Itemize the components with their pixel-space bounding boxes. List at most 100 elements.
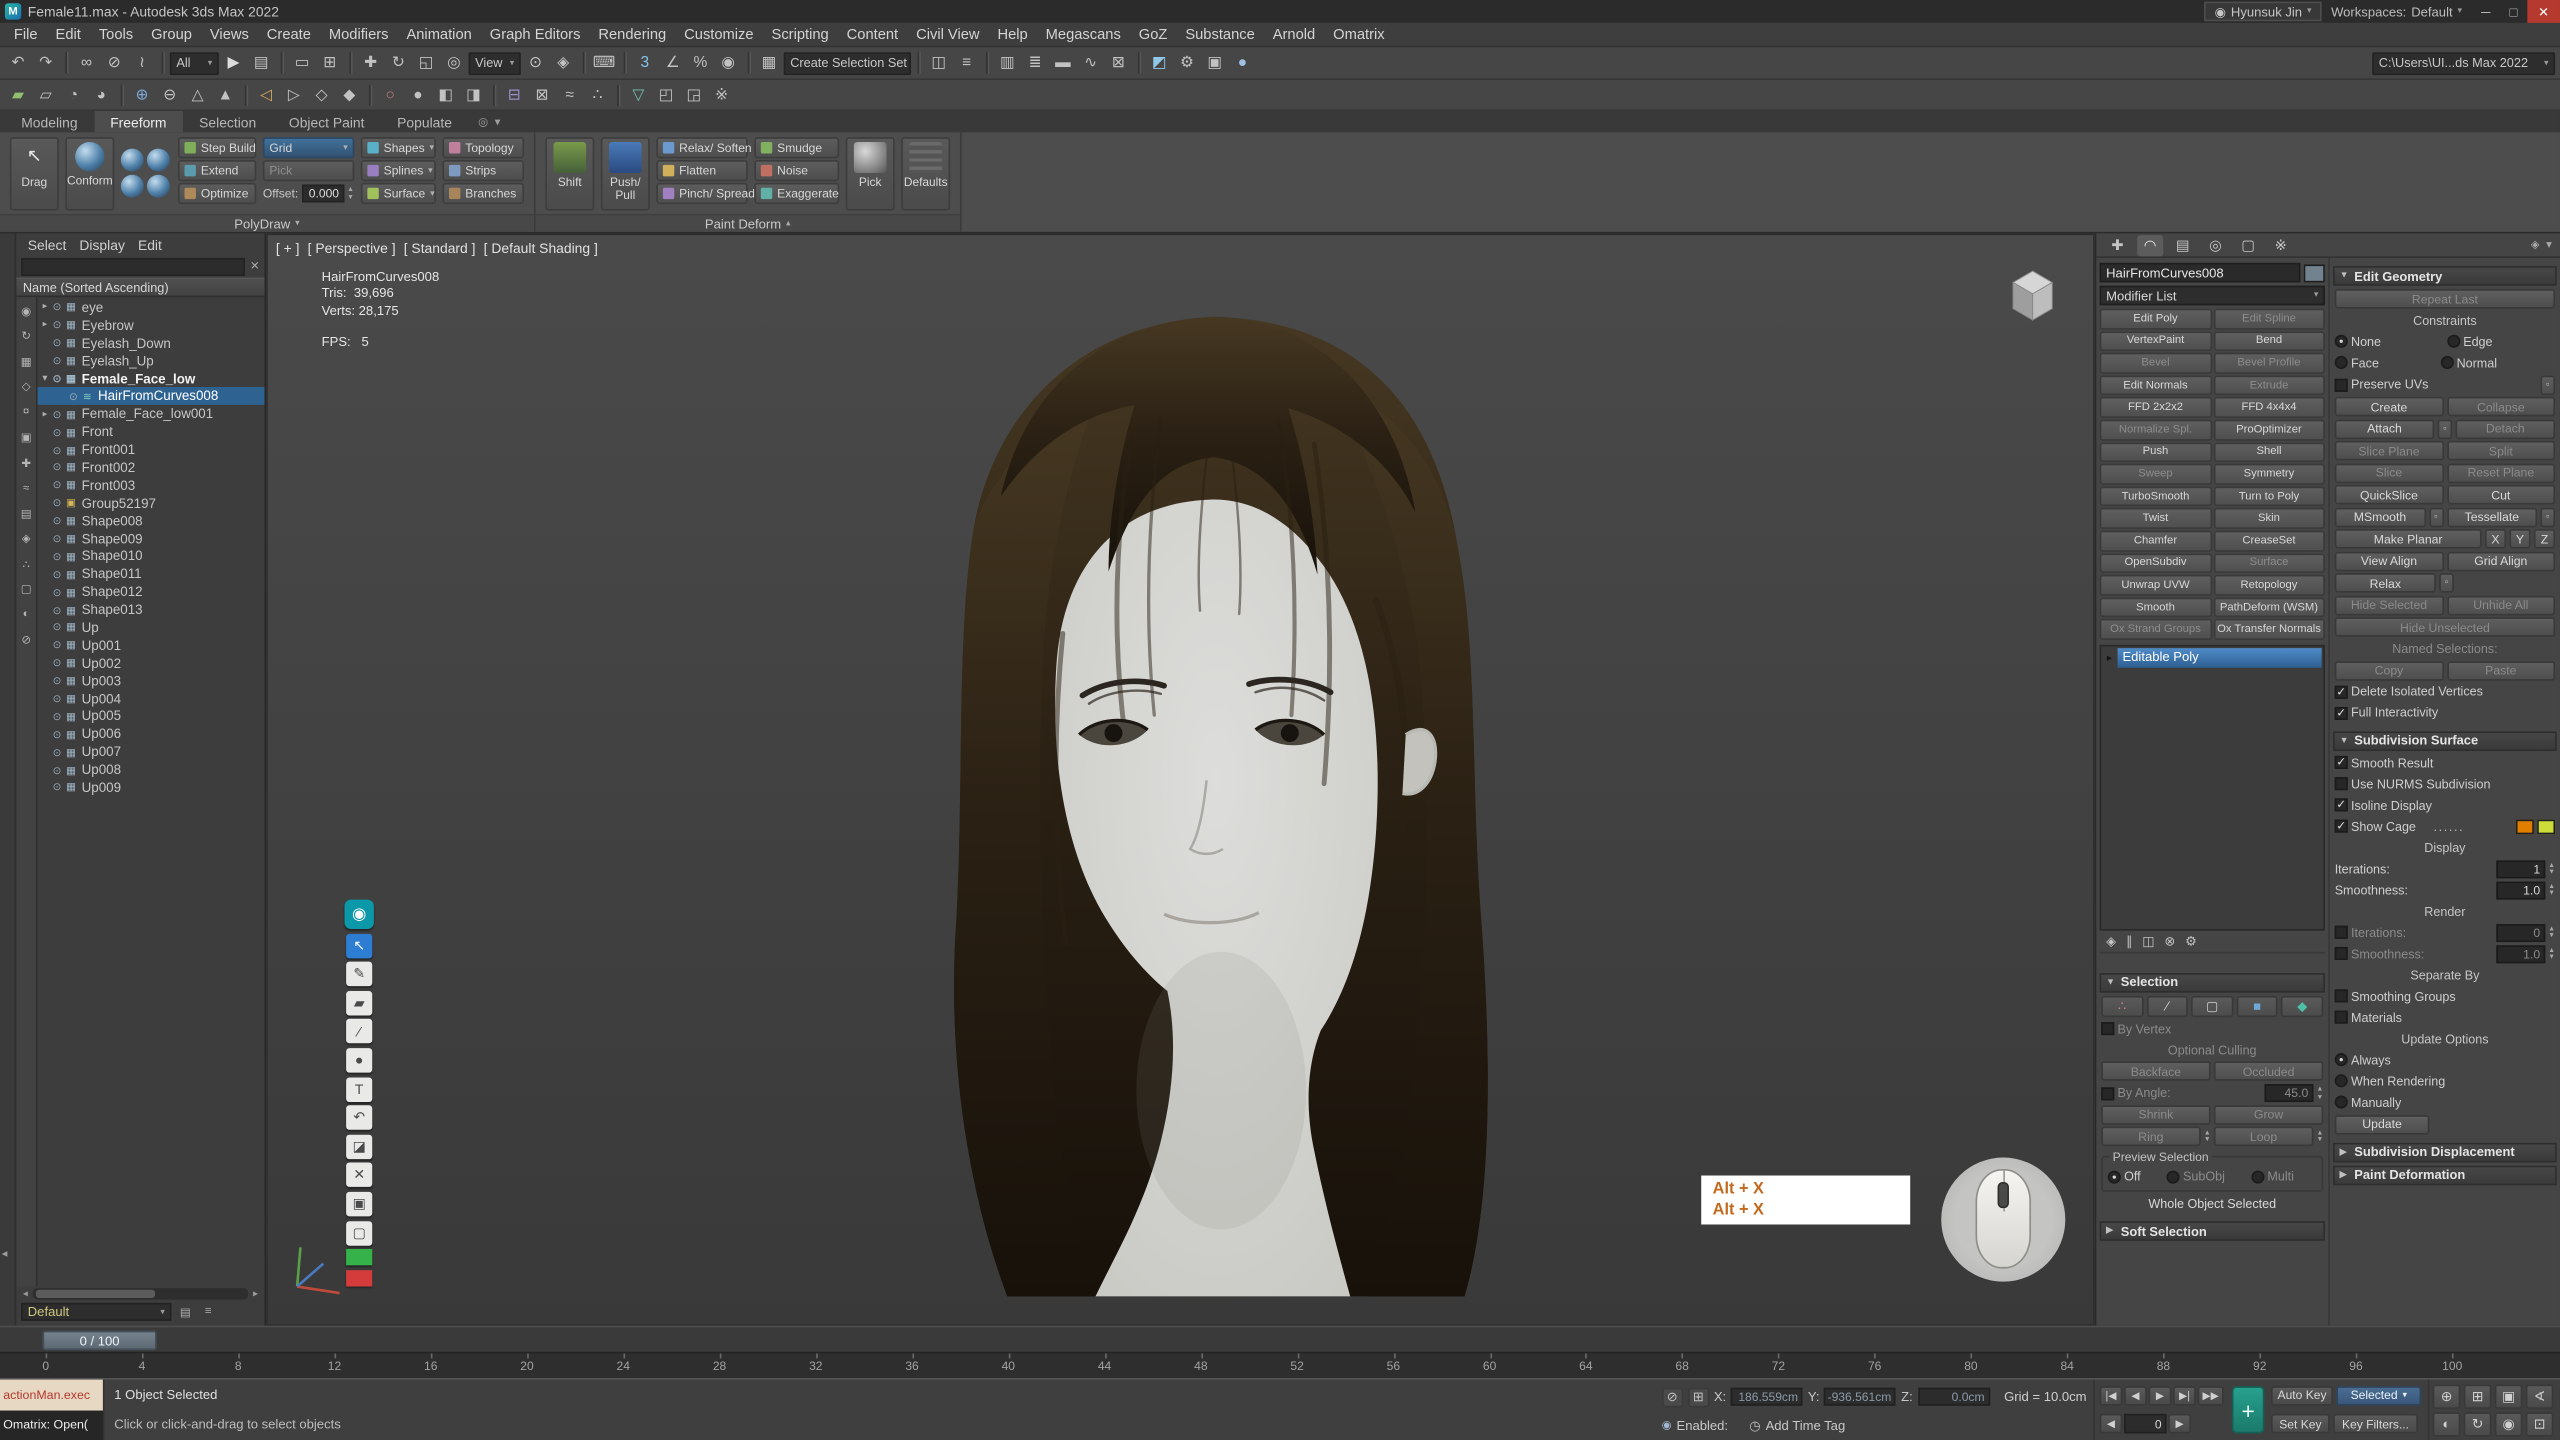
attach-button[interactable]: Attach (2335, 419, 2435, 439)
slice-plane-button[interactable]: Slice Plane (2335, 441, 2444, 461)
scene-explorer-toggle-icon[interactable]: ▥ (994, 50, 1020, 76)
branches-button[interactable]: Branches (442, 183, 524, 204)
select-by-name-icon[interactable]: ▤ (248, 50, 274, 76)
explorer-settings-icon[interactable]: ≡ (199, 1303, 217, 1321)
surface-dropdown[interactable]: Surface▾ (361, 183, 436, 204)
conform-brush-icon[interactable] (121, 175, 144, 198)
perspective-viewport[interactable]: [ + ][ Perspective ][ Standard ][ Defaul… (266, 233, 2095, 1325)
display-tab-icon[interactable]: ▢ (2235, 234, 2261, 255)
custom-tool-icon-01[interactable]: ▰ (5, 82, 31, 108)
visibility-dot-icon[interactable]: ⊙ (51, 710, 64, 723)
visibility-dot-icon[interactable]: ⊙ (51, 337, 64, 350)
polydraw-panel-label[interactable]: PolyDraw▾ (0, 214, 534, 232)
spinner-arrows[interactable]: ▲▼ (2548, 926, 2555, 940)
select-and-move-icon[interactable]: ✚ (358, 50, 384, 76)
materials-checkbox[interactable] (2335, 1011, 2348, 1024)
rendered-frame-window-icon[interactable]: ▣ (1202, 50, 1228, 76)
custom-tool-icon-22[interactable]: ◰ (653, 82, 679, 108)
optimize-button[interactable]: Optimize (178, 183, 256, 204)
display-cameras-icon[interactable]: ▣ (17, 429, 35, 447)
visibility-dot-icon[interactable]: ⊙ (51, 746, 64, 759)
visibility-dot-icon[interactable]: ⊙ (51, 692, 64, 705)
maximize-button[interactable]: □ (2500, 0, 2528, 23)
enabled-toggle-icon[interactable]: ◉ (1662, 1419, 1672, 1432)
explorer-item-shape010[interactable]: ⊙▦Shape010 (38, 548, 265, 566)
pan-icon[interactable]: ◐ (2433, 1411, 2461, 1435)
element-mode-icon[interactable]: ◆ (2281, 996, 2323, 1017)
custom-tool-icon-09[interactable]: ◁ (253, 82, 279, 108)
off-radio[interactable] (2108, 1170, 2121, 1183)
explorer-menu-edit[interactable]: Edit (133, 236, 167, 252)
subdivision-displacement-rollout-header[interactable]: ▶Subdivision Displacement (2333, 1142, 2557, 1162)
explorer-sort-header[interactable]: Name (Sorted Ascending) (16, 278, 264, 298)
modifier-edit-poly-button[interactable]: Edit Poly (2100, 309, 2212, 330)
spinner-arrows[interactable]: ▲▼ (2548, 947, 2555, 961)
explorer-item-up004[interactable]: ⊙▦Up004 (38, 690, 265, 708)
add-time-tag[interactable]: Add Time Tag (1766, 1418, 1846, 1433)
visibility-dot-icon[interactable]: ⊙ (51, 319, 64, 332)
explorer-item-eye[interactable]: ▸⊙▦eye (38, 299, 265, 317)
isoline-display-checkbox[interactable]: ✓ (2335, 799, 2348, 812)
isolate-selection-icon[interactable]: ⊘ (1662, 1387, 1683, 1407)
modifier-twist-button[interactable]: Twist (2100, 508, 2212, 529)
remove-modifier-icon[interactable]: ⊗ (2164, 935, 2175, 950)
auto-key-button[interactable]: Auto Key (2271, 1386, 2333, 1406)
cursor-tool-icon[interactable]: ↖ (346, 933, 372, 957)
visibility-dot-icon[interactable]: ⊙ (51, 763, 64, 776)
y-coordinate-field[interactable]: -936.561cm (1824, 1388, 1896, 1406)
custom-tool-icon-24[interactable]: ※ (709, 82, 735, 108)
ribbon-tab-freeform[interactable]: Freeform (94, 111, 183, 132)
face-radio[interactable] (2335, 356, 2348, 369)
display-geometry-icon[interactable]: ▦ (17, 353, 35, 371)
add-key-button[interactable]: + (2232, 1386, 2265, 1433)
panel-config-icon[interactable]: ▾ (2546, 238, 2552, 251)
paint-deform-panel-label[interactable]: Paint Deform▴ (536, 214, 960, 232)
visibility-dot-icon[interactable]: ⊙ (51, 568, 64, 581)
select-object-icon[interactable]: ▶ (220, 50, 246, 76)
explorer-item-up007[interactable]: ⊙▦Up007 (38, 743, 265, 761)
backface-button[interactable]: Backface (2101, 1062, 2210, 1082)
menu-arnold[interactable]: Arnold (1264, 23, 1324, 46)
snaps-toggle-icon[interactable]: 3 (632, 50, 658, 76)
next-key-icon[interactable]: ▶| (2173, 1386, 2196, 1406)
explorer-item-eyebrow[interactable]: ▸⊙▦Eyebrow (38, 317, 265, 335)
create-button[interactable]: Create (2335, 397, 2444, 417)
smooth-result-checkbox[interactable]: ✓ (2335, 756, 2348, 769)
make-planar-button[interactable]: Make Planar (2335, 529, 2482, 549)
custom-tool-icon-23[interactable]: ◲ (681, 82, 707, 108)
modifier-symmetry-button[interactable]: Symmetry (2213, 464, 2325, 485)
detach-button[interactable]: Detach (2456, 419, 2556, 439)
hide-selected-button[interactable]: Hide Selected (2335, 595, 2444, 615)
pinch-spread-button[interactable]: Pinch/ Spread (656, 183, 747, 204)
polydraw-grid-dropdown[interactable]: Grid▾ (263, 137, 354, 158)
visibility-dot-icon[interactable]: ⊙ (51, 354, 64, 367)
render-production-icon[interactable]: ● (1229, 50, 1255, 76)
previous-frame-icon[interactable]: ◀ (2100, 1414, 2123, 1434)
viewcube[interactable] (2000, 263, 2065, 328)
utilities-tab-icon[interactable]: ※ (2268, 234, 2294, 255)
ribbon-config-icon[interactable]: ▾ (495, 115, 501, 128)
next-frame-icon[interactable]: ▶ (2168, 1414, 2191, 1434)
visibility-dot-icon[interactable]: ⊙ (51, 728, 64, 741)
viewport-label-3[interactable]: [ Default Shading ] (484, 240, 598, 256)
object-color-swatch[interactable] (2304, 264, 2325, 282)
copy-button[interactable]: Copy (2335, 660, 2444, 680)
edit-named-selection-sets-icon[interactable]: ▦ (756, 50, 782, 76)
paint-deform-defaults-button[interactable]: Defaults (901, 137, 950, 210)
tessellate-settings-button[interactable]: ▫ (2540, 507, 2555, 527)
grow-button[interactable]: Grow (2214, 1105, 2323, 1125)
display-xrefs-icon[interactable]: ◈ (17, 530, 35, 548)
modifier-bend-button[interactable]: Bend (2213, 331, 2325, 352)
redo-icon[interactable]: ↷ (33, 50, 59, 76)
attach-settings-button[interactable]: ▫ (2438, 419, 2453, 439)
visibility-dot-icon[interactable]: ⊙ (67, 390, 80, 403)
make-planar-y-button[interactable]: Y (2509, 529, 2530, 549)
explorer-item-up[interactable]: ⊙▦Up (38, 619, 265, 637)
by-vertex-checkbox[interactable] (2101, 1022, 2114, 1035)
explorer-item-up003[interactable]: ⊙▦Up003 (38, 672, 265, 690)
menu-modifiers[interactable]: Modifiers (320, 23, 398, 46)
custom-tool-icon-19[interactable]: ≈ (557, 82, 583, 108)
line-tool-icon[interactable]: ∕ (346, 1019, 372, 1043)
clear-tool-icon[interactable]: ✕ (346, 1163, 372, 1187)
modifier-ox-transfer-normals-button[interactable]: Ox Transfer Normals (2213, 619, 2325, 640)
